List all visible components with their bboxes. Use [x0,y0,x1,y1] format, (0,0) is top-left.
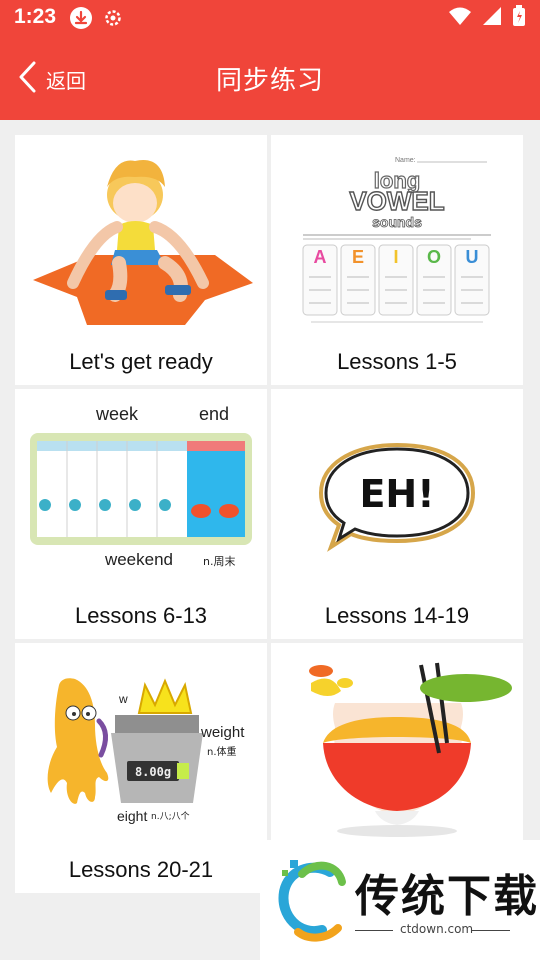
wifi-icon [448,6,472,30]
vowel-letter: O [427,247,441,267]
gear-icon [102,7,124,29]
word-eight: eight [117,808,147,824]
worksheet-main-word: VOWEL [349,186,444,216]
lesson-label: Lessons 20-21 [68,857,214,882]
word-end: end [199,404,229,424]
bubble-text: EH! [359,472,434,516]
worksheet-bottom-word: sounds [372,214,422,230]
signal-icon [482,6,502,30]
watermark-text: 传统下载 [355,871,539,922]
worksheet-name-label: Name: [395,157,416,164]
word-week: week [95,404,139,424]
vowel-letter: I [393,247,398,267]
watermark-divider [355,930,393,931]
vowel-letter: A [314,247,327,267]
lesson-card[interactable]: week end weekend n.周末 Lessons 6-13 [15,389,267,639]
word-weight: weight [200,724,245,741]
weight-image: w 8.00g weight n.体重 eight n.八;八个 [47,678,245,824]
weekend-image: week end weekend n.周末 [30,404,252,569]
status-time: 1:23 [14,5,57,28]
eh-bubble-image: EH! [318,442,476,552]
kid-ready-image [33,160,253,325]
lesson-label: Lessons 6-13 [74,603,208,628]
lesson-card[interactable]: EH! Lessons 14-19 [271,389,523,639]
page-title: 同步练习 [215,66,324,96]
weekend-gloss: n.周末 [203,554,235,568]
watermark-divider [472,930,510,931]
lesson-label: Lessons 14-19 [324,603,470,628]
letter-w: w [118,692,128,706]
lesson-label: Lessons 1-5 [337,349,457,374]
vowel-letter: E [352,247,364,267]
status-icons [448,5,526,31]
lesson-card[interactable]: Name: long VOWEL sounds A E I O U Lesson… [271,135,523,385]
watermark-emblem-icon [278,860,346,942]
vowel-sounds-image: Name: long VOWEL sounds A E I O U [302,157,491,323]
weight-gloss: n.体重 [207,745,237,758]
word-weekend: weekend [104,550,173,569]
app-bar: 返回 同步练习 [0,38,540,120]
lesson-label: Let's get ready [69,349,213,374]
status-bar: 1:23 [0,0,540,38]
eight-gloss: n.八;八个 [151,811,190,822]
watermark-url: ctdown.com [400,922,474,936]
battery-icon [512,5,526,31]
watermark-logo: 传统下载 ctdown.com [260,840,540,960]
cocktail-image [309,662,512,837]
vowel-letter: U [466,247,479,267]
scale-reading: 8.00g [135,765,171,779]
lesson-card[interactable]: Let's get ready [15,135,267,385]
lesson-card[interactable]: w 8.00g weight n.体重 eight n.八;八个 Lessons… [15,643,267,893]
download-icon [70,7,92,29]
